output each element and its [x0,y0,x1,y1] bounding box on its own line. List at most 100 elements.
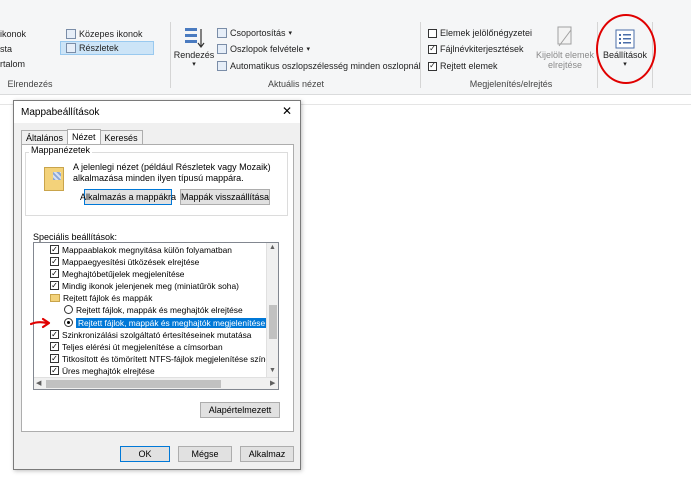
list-item-label: Mappaegyesítési ütközések elrejtése [62,256,200,267]
cancel-button[interactable]: Mégse [178,446,232,462]
layout-item-label: Részletek [79,43,119,53]
checkbox-checked[interactable]: ✓ [50,257,59,266]
medium-icons-icon [66,29,76,39]
tab-general[interactable]: Általános [21,130,69,145]
checkbox-checked[interactable]: ✓ [428,44,437,54]
folder-options-dialog: Mappabeállítások ✕ Általános Nézet Keres… [13,100,301,470]
checkbox-checked[interactable]: ✓ [50,245,59,254]
list-item-label: Mappaablakok megnyitása külön folyamatba… [62,244,232,255]
scroll-up-icon[interactable]: ▲ [269,244,276,251]
ribbon-separator [170,22,171,88]
autofit-icon [217,61,227,71]
horizontal-scrollbar[interactable]: ◀ ▶ [34,377,278,389]
list-item-label: Titkosított és tömörített NTFS-fájlok me… [62,353,271,364]
checkbox-checked[interactable]: ✓ [50,330,59,339]
list-item-label: Meghajtóbetűjelek megjelenítése [62,268,185,279]
checkbox-checked[interactable]: ✓ [50,366,59,375]
autofit-columns-button[interactable]: Automatikus oszlopszélesség minden oszlo… [217,61,421,71]
item-checkboxes-toggle[interactable]: Elemek jelölőnégyzetei [428,28,532,38]
list-item-label: Üres meghajtók elrejtése [62,365,155,376]
hidden-items-label: Rejtett elemek [440,61,498,71]
scroll-left-icon[interactable]: ◀ [36,379,41,387]
hide-selected-label: elrejtése [547,60,583,70]
folder-views-legend: Mappanézetek [29,145,93,155]
apply-button[interactable]: Alkalmaz [240,446,294,462]
add-columns-label: Oszlopok felvétele [230,44,304,54]
scroll-thumb[interactable] [46,380,221,388]
list-item-label: Teljes elérési út megjelenítése a címsor… [62,341,223,352]
layout-item-label: ikonok [0,29,27,39]
folder-views-description: A jelenlegi nézet (például Részletek vag… [73,162,271,183]
dialog-titlebar: Mappabeállítások ✕ [14,101,300,123]
ribbon-separator [420,22,421,88]
annotation-circle [596,14,656,84]
list-item: Rejtett fájlok és mappák [50,292,152,303]
group-by-label: Csoportosítás [230,28,286,38]
chevron-down-icon: ▾ [306,46,311,53]
group-label-show-hide: Megjelenítés/elrejtés [469,79,553,89]
advanced-settings-list[interactable]: ✓ Mappaablakok megnyitása külön folyamat… [33,242,279,390]
layout-item-label: Közepes ikonok [79,29,143,39]
list-item[interactable]: ✓ Teljes elérési út megjelenítése a címs… [50,341,223,352]
vertical-scrollbar[interactable]: ▲ ▼ [266,243,278,378]
dialog-tabs: Általános Nézet Keresés [21,129,143,146]
layout-list[interactable]: sta [0,44,12,54]
advanced-settings-label: Speciális beállítások: [33,232,118,242]
details-icon [66,43,76,53]
add-columns-button[interactable]: Oszlopok felvétele ▾ [217,44,310,54]
layout-large-icons[interactable]: ikonok [0,29,26,39]
reset-folders-button[interactable]: Mappák visszaállítása [180,189,270,205]
checkbox-checked[interactable]: ✓ [50,354,59,363]
radio-unselected[interactable] [64,305,73,314]
scroll-thumb[interactable] [269,305,277,339]
sort-label: Rendezés [173,50,215,60]
radio-selected[interactable] [64,318,73,327]
hidden-items-toggle[interactable]: ✓ Rejtett elemek [428,61,498,71]
list-item[interactable]: Rejtett fájlok, mappák és meghajtók elre… [64,304,243,315]
group-label-layout: Elrendezés [7,79,53,89]
layout-details[interactable]: Részletek [66,43,119,53]
apply-to-folders-button[interactable]: Alkalmazás a mappákra [80,189,176,205]
ok-button[interactable]: OK [120,446,170,462]
ribbon: ikonok Közepes ikonok sta Részletek rtal… [0,0,691,95]
file-extensions-toggle[interactable]: ✓ Fájlnévkiterjesztések [428,44,524,54]
checkbox-checked[interactable]: ✓ [428,61,437,71]
item-checkboxes-label: Elemek jelölőnégyzetei [440,28,533,38]
list-item[interactable]: ✓ Meghajtóbetűjelek megjelenítése [50,268,184,279]
list-item[interactable]: ✓ Mappaablakok megnyitása külön folyamat… [50,244,232,255]
list-item-selected[interactable]: Rejtett fájlok, mappák és meghajtók megj… [64,317,268,328]
sort-icon [185,28,205,48]
list-item[interactable]: ✓ Titkosított és tömörített NTFS-fájlok … [50,353,270,364]
list-item[interactable]: ✓ Mappaegyesítési ütközések elrejtése [50,256,199,267]
close-icon[interactable]: ✕ [280,104,294,118]
file-extensions-label: Fájlnévkiterjesztések [440,44,524,54]
group-by-icon [217,28,227,38]
tab-search[interactable]: Keresés [99,130,143,145]
annotation-arrow-icon [30,317,51,329]
list-item[interactable]: ✓ Üres meghajtók elrejtése [50,365,155,376]
layout-content[interactable]: rtalom [0,59,25,69]
checkbox-checked[interactable]: ✓ [50,281,59,290]
sort-button[interactable]: Rendezés ▾ [173,26,215,68]
autofit-label: Automatikus oszlopszélesség minden oszlo… [230,61,421,71]
layout-item-label: rtalom [0,59,26,69]
hide-selected-button[interactable]: Kijelölt elemek elrejtése [534,26,596,70]
scroll-right-icon[interactable]: ▶ [270,379,275,387]
restore-defaults-button[interactable]: Alapértelmezett [200,402,280,418]
scroll-down-icon[interactable]: ▼ [269,367,276,374]
group-by-button[interactable]: Csoportosítás ▾ [217,28,292,38]
group-label-current-view: Aktuális nézet [267,79,325,89]
list-item-label: Rejtett fájlok és mappák [63,292,153,303]
checkbox-checked[interactable]: ✓ [50,342,59,351]
checkbox-unchecked[interactable] [428,28,437,38]
chevron-down-icon: ▾ [192,61,196,68]
folder-views-icon [44,167,64,191]
list-item-label: Rejtett fájlok, mappák és meghajtók elre… [76,304,243,315]
add-columns-icon [217,44,227,54]
list-item-label: Rejtett fájlok, mappák és meghajtók megj… [76,317,268,328]
layout-medium-icons[interactable]: Közepes ikonok [66,29,143,39]
hide-selected-label: Kijelölt elemek [535,50,595,60]
list-item[interactable]: ✓ Mindig ikonok jelenjenek meg (miniatűr… [50,280,239,291]
list-item[interactable]: ✓ Szinkronizálási szolgáltató értesítése… [50,329,251,340]
checkbox-checked[interactable]: ✓ [50,269,59,278]
